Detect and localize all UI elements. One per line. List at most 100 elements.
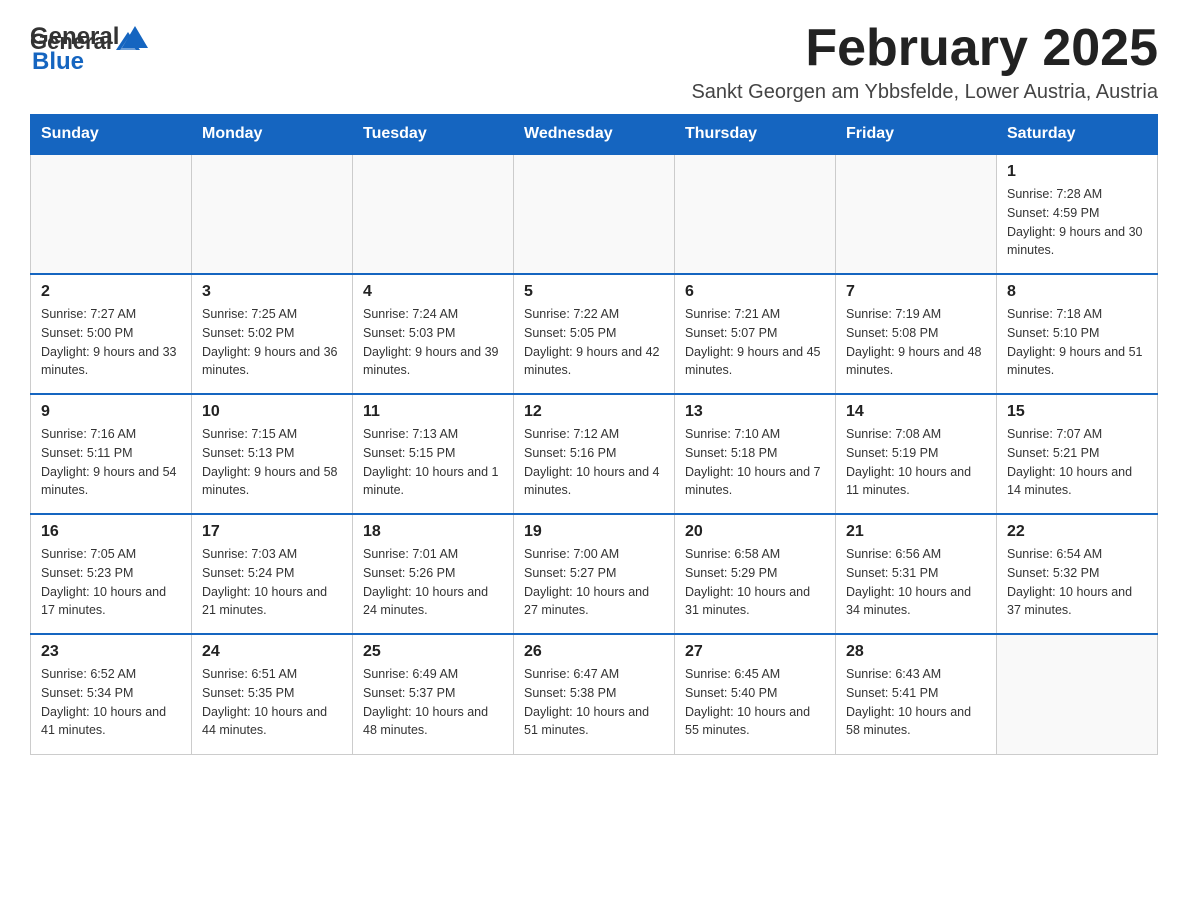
day-info: Sunrise: 7:03 AM Sunset: 5:24 PM Dayligh… [202,545,342,620]
day-info: Sunrise: 7:00 AM Sunset: 5:27 PM Dayligh… [524,545,664,620]
calendar-week-row-2: 9 Sunrise: 7:16 AM Sunset: 5:11 PM Daylig… [31,394,1158,514]
day-number: 18 [363,523,503,541]
day-number: 24 [202,643,342,661]
calendar-week-row-3: 16 Sunrise: 7:05 AM Sunset: 5:23 PM Dayli… [31,514,1158,634]
calendar-cell [353,154,514,274]
calendar-cell: 28 Sunrise: 6:43 AM Sunset: 5:41 PM Dayli… [836,634,997,754]
day-info: Sunrise: 7:13 AM Sunset: 5:15 PM Dayligh… [363,425,503,500]
calendar-cell [514,154,675,274]
day-info: Sunrise: 7:16 AM Sunset: 5:11 PM Dayligh… [41,425,181,500]
calendar-cell: 22 Sunrise: 6:54 AM Sunset: 5:32 PM Dayli… [997,514,1158,634]
day-info: Sunrise: 6:56 AM Sunset: 5:31 PM Dayligh… [846,545,986,620]
day-number: 19 [524,523,664,541]
day-info: Sunrise: 6:52 AM Sunset: 5:34 PM Dayligh… [41,665,181,740]
day-info: Sunrise: 7:08 AM Sunset: 5:19 PM Dayligh… [846,425,986,500]
calendar-cell: 15 Sunrise: 7:07 AM Sunset: 5:21 PM Dayli… [997,394,1158,514]
day-info: Sunrise: 7:12 AM Sunset: 5:16 PM Dayligh… [524,425,664,500]
calendar-cell: 16 Sunrise: 7:05 AM Sunset: 5:23 PM Dayli… [31,514,192,634]
day-info: Sunrise: 7:18 AM Sunset: 5:10 PM Dayligh… [1007,305,1147,380]
day-info: Sunrise: 7:22 AM Sunset: 5:05 PM Dayligh… [524,305,664,380]
day-number: 9 [41,403,181,421]
calendar-cell: 9 Sunrise: 7:16 AM Sunset: 5:11 PM Daylig… [31,394,192,514]
day-number: 27 [685,643,825,661]
calendar-cell: 2 Sunrise: 7:27 AM Sunset: 5:00 PM Daylig… [31,274,192,394]
calendar-cell: 10 Sunrise: 7:15 AM Sunset: 5:13 PM Dayli… [192,394,353,514]
calendar-cell: 14Sunrise: 7:08 AM Sunset: 5:19 PM Dayli… [836,394,997,514]
day-number: 3 [202,283,342,301]
day-info: Sunrise: 7:19 AM Sunset: 5:08 PM Dayligh… [846,305,986,380]
day-info: Sunrise: 7:28 AM Sunset: 4:59 PM Dayligh… [1007,185,1147,260]
day-number: 17 [202,523,342,541]
day-number: 23 [41,643,181,661]
day-info: Sunrise: 7:21 AM Sunset: 5:07 PM Dayligh… [685,305,825,380]
day-number: 16 [41,523,181,541]
calendar-header-saturday: Saturday [997,115,1158,155]
calendar-cell: 11 Sunrise: 7:13 AM Sunset: 5:15 PM Dayli… [353,394,514,514]
day-info: Sunrise: 6:54 AM Sunset: 5:32 PM Dayligh… [1007,545,1147,620]
calendar-cell: 7 Sunrise: 7:19 AM Sunset: 5:08 PM Daylig… [836,274,997,394]
logo-triangle-icon [120,24,150,50]
day-info: Sunrise: 6:51 AM Sunset: 5:35 PM Dayligh… [202,665,342,740]
calendar-cell: 13 Sunrise: 7:10 AM Sunset: 5:18 PM Dayli… [675,394,836,514]
logo-blue-text: Blue [32,50,84,74]
logo-general-text: General [30,25,119,49]
day-number: 15 [1007,403,1147,421]
day-info: Sunrise: 6:43 AM Sunset: 5:41 PM Dayligh… [846,665,986,740]
calendar-header-sunday: Sunday [31,115,192,155]
calendar-cell: 4 Sunrise: 7:24 AM Sunset: 5:03 PM Daylig… [353,274,514,394]
calendar-week-row-0: 1Sunrise: 7:28 AM Sunset: 4:59 PM Daylig… [31,154,1158,274]
day-number: 6 [685,283,825,301]
day-number: 8 [1007,283,1147,301]
day-info: Sunrise: 7:05 AM Sunset: 5:23 PM Dayligh… [41,545,181,620]
calendar-cell: 6 Sunrise: 7:21 AM Sunset: 5:07 PM Daylig… [675,274,836,394]
calendar-table: SundayMondayTuesdayWednesdayThursdayFrid… [30,114,1158,755]
day-info: Sunrise: 7:27 AM Sunset: 5:00 PM Dayligh… [41,305,181,380]
calendar-header-row: SundayMondayTuesdayWednesdayThursdayFrid… [31,115,1158,155]
calendar-cell: 27Sunrise: 6:45 AM Sunset: 5:40 PM Dayli… [675,634,836,754]
day-number: 7 [846,283,986,301]
calendar-cell: 19 Sunrise: 7:00 AM Sunset: 5:27 PM Dayli… [514,514,675,634]
day-number: 10 [202,403,342,421]
calendar-cell: 12 Sunrise: 7:12 AM Sunset: 5:16 PM Dayli… [514,394,675,514]
day-number: 13 [685,403,825,421]
day-info: Sunrise: 6:58 AM Sunset: 5:29 PM Dayligh… [685,545,825,620]
day-number: 2 [41,283,181,301]
calendar-cell [675,154,836,274]
calendar-cell: 26Sunrise: 6:47 AM Sunset: 5:38 PM Dayli… [514,634,675,754]
calendar-cell: 17 Sunrise: 7:03 AM Sunset: 5:24 PM Dayli… [192,514,353,634]
title-section: February 2025 Sankt Georgen am Ybbsfelde… [691,20,1158,104]
calendar-week-row-4: 23 Sunrise: 6:52 AM Sunset: 5:34 PM Dayli… [31,634,1158,754]
day-info: Sunrise: 7:07 AM Sunset: 5:21 PM Dayligh… [1007,425,1147,500]
day-number: 5 [524,283,664,301]
day-info: Sunrise: 7:24 AM Sunset: 5:03 PM Dayligh… [363,305,503,380]
day-info: Sunrise: 7:10 AM Sunset: 5:18 PM Dayligh… [685,425,825,500]
calendar-cell: 18Sunrise: 7:01 AM Sunset: 5:26 PM Dayli… [353,514,514,634]
day-info: Sunrise: 7:15 AM Sunset: 5:13 PM Dayligh… [202,425,342,500]
calendar-cell [836,154,997,274]
day-number: 28 [846,643,986,661]
day-number: 4 [363,283,503,301]
day-number: 20 [685,523,825,541]
calendar-cell: 24 Sunrise: 6:51 AM Sunset: 5:35 PM Dayli… [192,634,353,754]
calendar-cell: 5 Sunrise: 7:22 AM Sunset: 5:05 PM Daylig… [514,274,675,394]
calendar-cell: 23 Sunrise: 6:52 AM Sunset: 5:34 PM Dayli… [31,634,192,754]
page-header: General February 2025 Sankt Georgen am Y… [30,20,1158,104]
calendar-cell [997,634,1158,754]
day-number: 25 [363,643,503,661]
day-number: 22 [1007,523,1147,541]
calendar-header-friday: Friday [836,115,997,155]
calendar-cell: 21Sunrise: 6:56 AM Sunset: 5:31 PM Dayli… [836,514,997,634]
calendar-cell [31,154,192,274]
calendar-header-wednesday: Wednesday [514,115,675,155]
day-number: 11 [363,403,503,421]
day-number: 12 [524,403,664,421]
day-number: 26 [524,643,664,661]
month-title: February 2025 [691,20,1158,77]
calendar-cell: 1Sunrise: 7:28 AM Sunset: 4:59 PM Daylig… [997,154,1158,274]
calendar-header-monday: Monday [192,115,353,155]
calendar-week-row-1: 2 Sunrise: 7:27 AM Sunset: 5:00 PM Daylig… [31,274,1158,394]
calendar-header-tuesday: Tuesday [353,115,514,155]
calendar-cell: 25Sunrise: 6:49 AM Sunset: 5:37 PM Dayli… [353,634,514,754]
location-subtitle: Sankt Georgen am Ybbsfelde, Lower Austri… [691,81,1158,104]
calendar-cell [192,154,353,274]
